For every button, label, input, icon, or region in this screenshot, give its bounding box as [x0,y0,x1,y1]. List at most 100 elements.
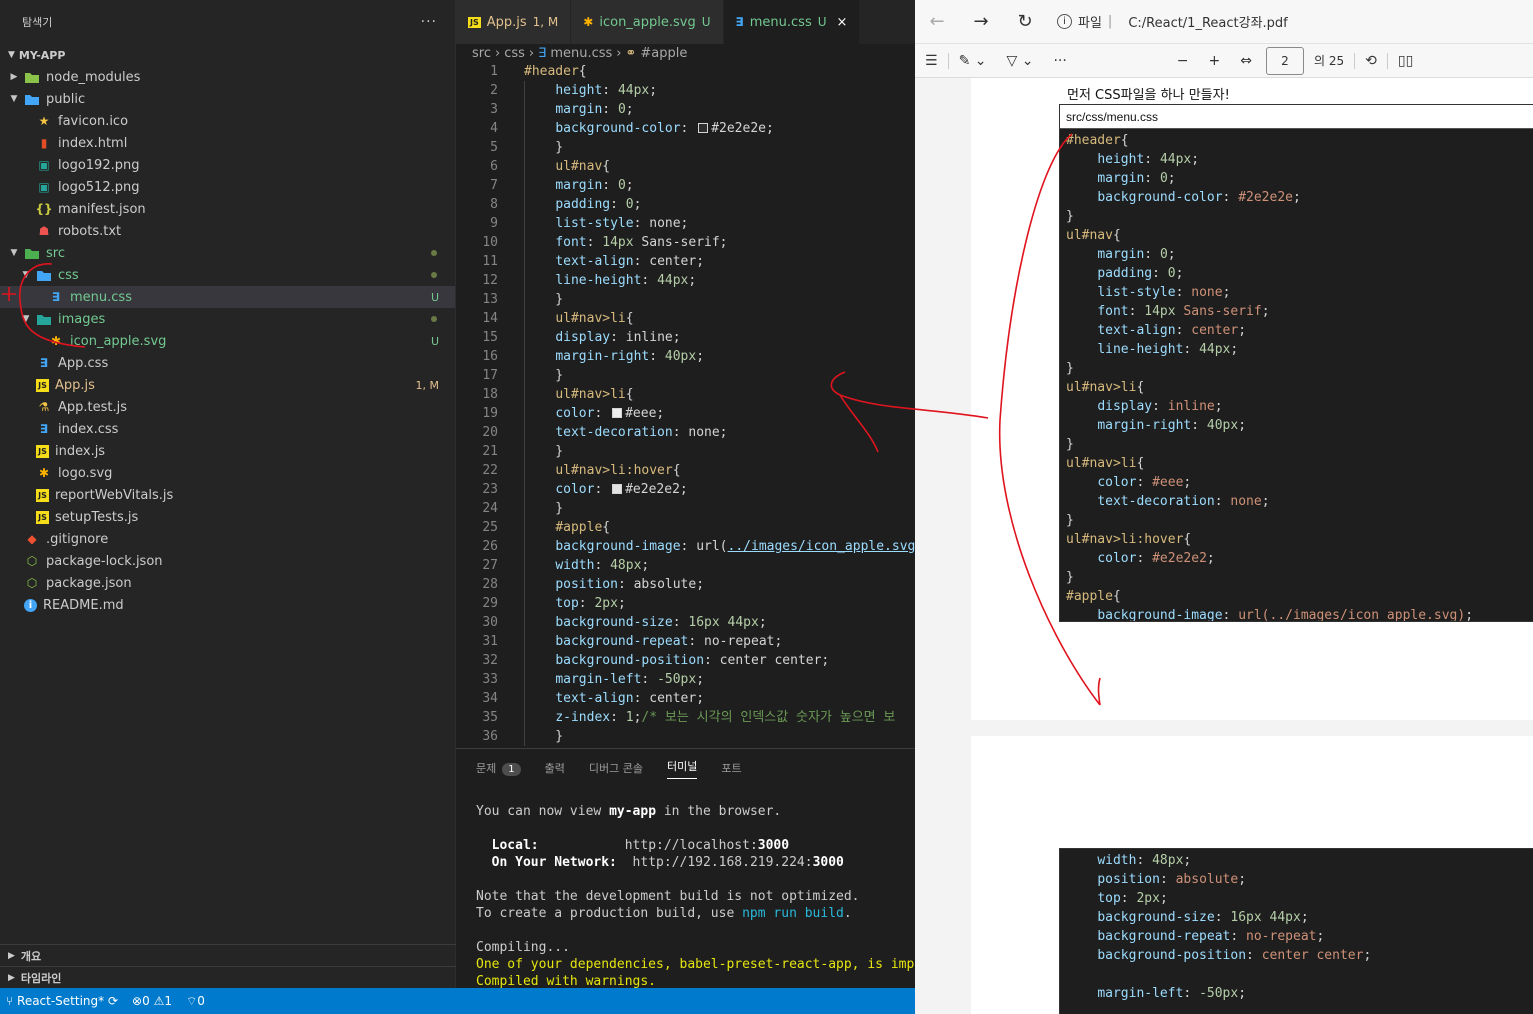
code-token: #apple [1066,589,1113,604]
code-line: margin-left: -50px; [1066,984,1246,1003]
tree-item-menu-css[interactable]: ∃ menu.css U [0,286,455,308]
tree-item-app-js[interactable]: JS App.js 1, M [0,374,455,396]
panel-tab-1[interactable]: 출력 [545,760,565,776]
code-line: ul#nav>li{ [524,385,633,404]
tree-item-package-json[interactable]: ⬡ package.json [0,572,455,594]
svg-file-icon: ✱ [583,15,594,29]
code-token: ul#nav>li [1066,380,1137,395]
tree-item-index-css[interactable]: ∃ index.css [0,418,455,440]
code-token: 14px [602,235,634,250]
tab-menu-css[interactable]: ∃ menu.css U × [723,0,861,44]
info-icon[interactable]: i [1057,14,1072,29]
tree-item-logo512-png[interactable]: ▣ logo512.png [0,176,455,198]
tree-item-gitignore[interactable]: ◆ .gitignore [0,528,455,550]
draw-icon[interactable]: ✎ ⌄ [947,52,997,69]
code-line: background-image: url(../images/icon_app… [524,537,915,556]
vscode-window: 탐색기 ··· ▼ MY-APP ▶ node_modules ▼ public ★ fa… [0,0,922,1014]
tree-item-manifest-json[interactable]: {} manifest.json [0,198,455,220]
tree-item-public[interactable]: ▼ public [0,88,455,110]
tree-item-icon-apple-svg[interactable]: ✱ icon_apple.svg U [0,330,455,352]
color-swatch-icon[interactable] [612,408,623,418]
code-editor[interactable]: 1 #header{2 height: 44px; 3 margin: 0; 4 ba… [456,62,915,746]
css-file-icon: ∃ [735,15,744,29]
page-view-icon[interactable]: ▯▯ [1386,52,1423,69]
panel-tab-4[interactable]: 포트 [721,760,741,776]
code-token: ; [1261,304,1270,319]
tree-item-package-lock-json[interactable]: ⬡ package-lock.json [0,550,455,572]
tree-item-readme-md[interactable]: i README.md [0,594,455,616]
back-arrow-icon[interactable]: ← [915,11,959,32]
code-token: #eee; [625,406,665,421]
tree-item-src[interactable]: ▼ src [0,242,455,264]
breadcrumb-item[interactable]: #apple [640,46,687,61]
indent-guide [524,81,525,746]
breadcrumb-item[interactable]: css [504,46,525,61]
tree-item-index-html[interactable]: ▮ index.html [0,132,455,154]
address-text: C:/React/1_React강좌.pdf [1128,16,1288,31]
pdf-toolbar: ☰ ✎ ⌄ ▽ ⌄ ··· − + ⇔ 2 의 25 ⟲ ▯▯ [915,44,1533,78]
code-line: height: 44px; [524,81,657,100]
code-token: height [1097,152,1145,167]
tree-item-index-js[interactable]: JS index.js [0,440,455,462]
page-number-input[interactable]: 2 [1266,46,1304,75]
problems-indicator[interactable]: ⊗0 ⚠1 [132,994,172,1008]
timeline-section[interactable]: ▶ 타임라인 [0,966,456,988]
panel-tab-3[interactable]: 터미널 [666,758,698,779]
reload-icon[interactable]: ↻ [1003,11,1047,32]
workspace-root[interactable]: ▼ MY-APP [0,44,455,66]
tree-item-logo-svg[interactable]: ✱ logo.svg [0,462,455,484]
tree-item-images[interactable]: ▼ images [0,308,455,330]
breadcrumb-item[interactable]: src [472,46,491,61]
panel-tab-2[interactable]: 디버그 콘솔 [589,760,643,776]
code-line: background-repeat: no-repeat; [524,632,782,651]
branch-indicator[interactable]: ⑂ React-Setting* ⟳ [6,994,118,1008]
tree-item-setuptests-js[interactable]: JS setupTests.js [0,506,455,528]
more-tools-icon[interactable]: ··· [1043,53,1076,69]
outline-section[interactable]: ▶ 개요 [0,944,456,966]
json-braces-icon: {} [35,202,53,216]
close-icon[interactable]: × [837,15,848,30]
tree-item-css[interactable]: ▼ css [0,264,455,286]
code-token: ; [1261,494,1270,509]
tree-item-app-css[interactable]: ∃ App.css [0,352,455,374]
tree-item-robots-txt[interactable]: ☗ robots.txt [0,220,455,242]
line-number: 34 [482,691,498,706]
tree-item-node-modules[interactable]: ▶ node_modules [0,66,455,88]
zoom-out-icon[interactable]: − [1167,53,1199,69]
tree-item-app-test-js[interactable]: ⚗ App.test.js [0,396,455,418]
contents-list-icon[interactable]: ☰ [915,53,948,69]
highlight-icon[interactable]: ▽ ⌄ [996,53,1043,69]
code-line: ul#nav>li:hover{ [524,461,680,480]
panel-tab-0[interactable]: 문제 1 [476,760,521,776]
code-token: 40px [664,349,697,364]
code-token: line-height [1097,342,1184,357]
tab-icon-apple-svg[interactable]: ✱ icon_apple.svg U [571,0,724,44]
forward-arrow-icon[interactable]: → [959,11,1003,32]
line-number: 3 [490,102,498,117]
code-token: } [524,368,564,383]
zoom-in-icon[interactable]: + [1199,53,1231,69]
tree-item-logo192-png[interactable]: ▣ logo192.png [0,154,455,176]
color-swatch-icon[interactable] [698,123,709,133]
more-actions-icon[interactable]: ··· [421,14,437,30]
ports-indicator[interactable]: ⌔0 [186,994,205,1009]
fit-page-icon[interactable]: ⇔ [1230,53,1262,69]
address-bar[interactable]: i 파일 | C:/React/1_React강좌.pdf [1057,12,1288,31]
tree-item-label: index.js [55,443,106,459]
code-token: ; [688,273,697,288]
panel-tab-label: 디버그 콘솔 [588,762,643,775]
code-line: } [524,366,563,385]
tree-item-favicon-ico[interactable]: ★ favicon.ico [0,110,455,132]
code-token: { [1183,532,1192,547]
tab-app-js[interactable]: JS App.js 1, M [456,0,572,44]
tree-item-reportwebvitals-js[interactable]: JS reportWebVitals.js [0,484,455,506]
breadcrumb-item[interactable]: menu.css [550,46,612,61]
image-file-icon: ▣ [38,158,50,172]
rotate-icon[interactable]: ⟲ [1354,52,1387,69]
code-token: background-image [555,539,681,554]
code-token: : [1183,986,1200,1001]
tab-label: App.js [486,14,527,30]
color-swatch-icon[interactable] [612,484,623,494]
panel-tab-label: 터미널 [666,759,698,773]
